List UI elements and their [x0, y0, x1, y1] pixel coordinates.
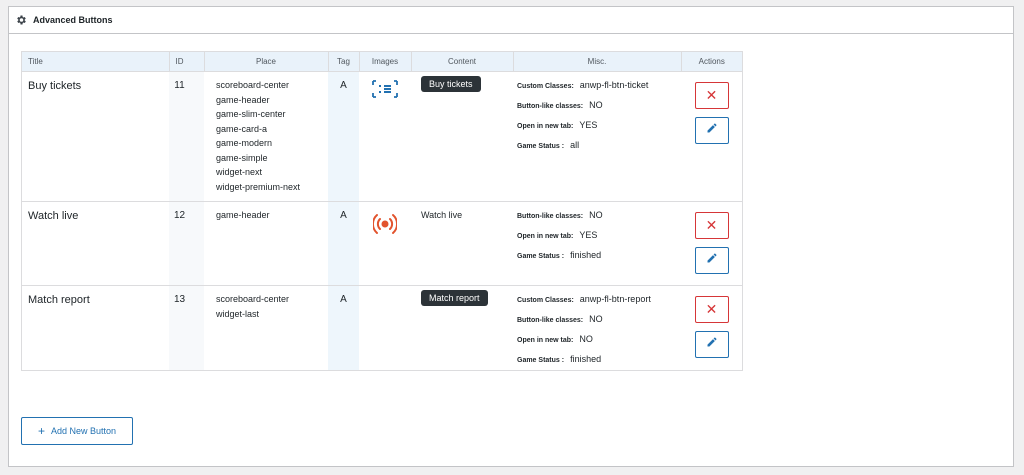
button-content: Buy tickets	[411, 71, 513, 202]
button-image	[359, 71, 411, 202]
button-tag: A	[328, 201, 359, 286]
button-id: 13	[169, 285, 204, 370]
table-row: Watch live 12 game-header A Watch live B…	[22, 201, 742, 286]
close-icon: ✕	[705, 87, 718, 104]
misc-line: Custom Classes: anwp-fl-btn-ticket	[517, 80, 649, 90]
place-item: scoreboard-center	[216, 294, 290, 304]
table-header-row: Title ID Place Tag Images Content Misc. …	[22, 52, 742, 72]
button-title: Buy tickets	[22, 71, 169, 202]
pencil-icon	[706, 122, 718, 139]
button-places: scoreboard-center widget-last	[204, 286, 328, 371]
close-icon: ✕	[705, 301, 718, 318]
content-preview-text: Watch live	[421, 210, 463, 220]
pencil-icon	[706, 336, 718, 353]
table-row: Buy tickets 11 scoreboard-center game-he…	[22, 71, 742, 202]
button-image	[359, 201, 411, 286]
col-header-place[interactable]: Place	[204, 52, 329, 72]
add-new-button[interactable]: + Add New Button	[21, 417, 133, 445]
plus-icon: +	[37, 424, 45, 438]
col-header-tag[interactable]: Tag	[328, 52, 360, 72]
place-item: scoreboard-center	[216, 80, 290, 90]
delete-button[interactable]: ✕	[694, 82, 729, 109]
button-tag: A	[328, 285, 359, 370]
button-id: 12	[169, 201, 204, 286]
broadcast-icon	[371, 214, 399, 240]
delete-button[interactable]: ✕	[694, 296, 729, 323]
col-header-images[interactable]: Images	[359, 52, 412, 72]
misc-line: Game Status : all	[517, 140, 580, 150]
place-item: widget-next	[216, 167, 263, 177]
misc-line: Button-like classes: NO	[517, 314, 603, 324]
place-item: game-header	[216, 210, 270, 220]
row-actions: ✕	[681, 201, 742, 286]
button-misc: Custom Classes: anwp-fl-btn-ticket Button…	[513, 71, 681, 202]
table-row: Match report 13 scoreboard-center widget…	[22, 285, 742, 371]
place-item: game-header	[216, 94, 270, 105]
misc-line: Button-like classes: NO	[517, 210, 603, 220]
buttons-table: Title ID Place Tag Images Content Misc. …	[21, 51, 743, 371]
advanced-buttons-panel: Advanced Buttons Title ID Place Tag Imag…	[8, 6, 1014, 467]
panel-header: Advanced Buttons	[9, 7, 1013, 34]
col-header-content[interactable]: Content	[411, 52, 514, 72]
row-actions: ✕	[681, 286, 742, 371]
misc-line: Open in new tab: YES	[517, 120, 598, 130]
button-content: Match report	[411, 286, 513, 371]
button-title: Watch live	[22, 201, 169, 286]
misc-line: Game Status : finished	[517, 250, 602, 260]
button-tag: A	[328, 71, 359, 202]
close-icon: ✕	[705, 217, 718, 234]
content-preview-button[interactable]: Buy tickets	[421, 76, 481, 92]
place-item: widget-last	[216, 308, 260, 319]
misc-line: Custom Classes: anwp-fl-btn-report	[517, 294, 651, 304]
place-item: game-simple	[216, 152, 268, 163]
col-header-title[interactable]: Title	[22, 52, 170, 72]
ticket-icon	[371, 80, 399, 100]
edit-button[interactable]	[694, 331, 729, 358]
edit-button[interactable]	[694, 247, 729, 274]
misc-line: Game Status : finished	[517, 354, 602, 364]
add-new-button-label: Add New Button	[50, 426, 117, 436]
button-title: Match report	[28, 294, 90, 306]
button-content: Watch live	[411, 201, 513, 286]
misc-line: Open in new tab: NO	[517, 334, 593, 344]
misc-line: Open in new tab: YES	[517, 230, 598, 240]
content-preview-button[interactable]: Match report	[421, 290, 488, 306]
place-item: widget-premium-next	[216, 181, 301, 192]
place-item: game-card-a	[216, 123, 268, 134]
col-header-actions: Actions	[681, 52, 742, 72]
edit-button[interactable]	[694, 117, 729, 144]
button-misc: Custom Classes: anwp-fl-btn-report Button…	[513, 286, 681, 371]
col-header-id[interactable]: ID	[169, 52, 205, 72]
button-image	[359, 286, 411, 371]
place-item: game-slim-center	[216, 109, 286, 119]
delete-button[interactable]: ✕	[694, 212, 729, 239]
gear-icon	[15, 14, 27, 26]
button-misc: Button-like classes: NO Open in new tab: Y…	[513, 201, 681, 286]
place-item: game-modern	[216, 138, 273, 148]
col-header-misc[interactable]: Misc.	[513, 52, 682, 72]
pencil-icon	[706, 252, 718, 269]
button-places: game-header	[204, 201, 328, 286]
button-places: scoreboard-center game-header game-slim-…	[204, 71, 328, 202]
misc-line: Button-like classes: NO	[517, 100, 603, 110]
row-actions: ✕	[681, 71, 742, 202]
panel-title: Advanced Buttons	[33, 15, 113, 25]
button-id: 11	[169, 71, 204, 202]
